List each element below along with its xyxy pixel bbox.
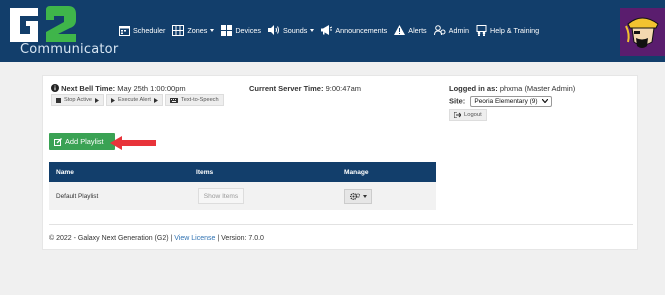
current-server-time: Current Server Time: 9:00:47am (249, 84, 361, 93)
manage-cell (344, 188, 436, 204)
nav-help-training[interactable]: Help & Training (476, 24, 540, 36)
nav-announcements[interactable]: Announcements (321, 25, 387, 35)
nav-alerts-label: Alerts (408, 25, 427, 35)
next-bell-time: Next Bell Time: May 25th 1:00:00pm (51, 84, 186, 93)
pirate-mascot-icon (620, 8, 665, 56)
speaker-icon (267, 25, 279, 35)
execute-alert-label: Execute Alert (118, 97, 151, 103)
logo-subtitle: Communicator (20, 42, 119, 57)
nav-devices[interactable]: Devices (221, 24, 261, 36)
footer-separator: | (170, 235, 173, 242)
site-select[interactable]: Peoria Elementary (9) (470, 96, 553, 107)
caret-right-icon (153, 97, 158, 103)
keyboard-icon (169, 97, 178, 103)
site-select-value: Peoria Elementary (9) (474, 98, 538, 105)
manage-gear-button[interactable] (344, 188, 372, 204)
stop-square-icon (56, 97, 61, 103)
nav-admin-label: Admin (448, 25, 470, 35)
stop-active-label: Stop Active (64, 97, 92, 103)
red-arrow-annotation (110, 136, 156, 150)
server-time-value: 9:00:47am (325, 84, 362, 93)
site-selector: Site: Peoria Elementary (9) (449, 96, 553, 107)
nav-alerts[interactable]: Alerts (394, 25, 427, 35)
g2-logo-mark (10, 6, 76, 42)
footer-version: Version: 7.0.0 (221, 235, 264, 242)
footer: © 2022 - Galaxy Next Generation (G2) | V… (49, 235, 264, 242)
main-panel: Next Bell Time: May 25th 1:00:00pm Stop … (42, 75, 638, 250)
nav-sounds-label: Sounds (282, 25, 308, 35)
nav-scheduler-label: Scheduler (133, 25, 166, 35)
gears-icon (349, 192, 360, 200)
logout-label: Logout (464, 112, 482, 118)
main-menu: Scheduler Zones Devices Sounds Announcem… (119, 17, 546, 43)
chevron-down-icon (310, 28, 315, 32)
header-manage: Manage (344, 168, 369, 176)
header-items: Items (196, 168, 214, 176)
show-items-button[interactable]: Show Items (198, 188, 244, 204)
info-circle-icon (51, 84, 59, 92)
mascot-logo (620, 8, 665, 56)
chevron-down-icon (362, 194, 367, 198)
add-playlist-label: Add Playlist (65, 137, 104, 146)
nav-scheduler[interactable]: Scheduler (119, 25, 165, 36)
sign-out-icon (454, 112, 461, 118)
devices-grid-icon (221, 24, 233, 36)
footer-separator: | (217, 235, 220, 242)
stop-active-button[interactable]: Stop Active (51, 94, 104, 106)
warning-icon (394, 25, 406, 35)
logged-in-as: Logged in as: phxma (Master Admin) (449, 84, 575, 93)
chevron-down-icon (210, 28, 215, 32)
nav-help-training-label: Help & Training (490, 25, 540, 35)
items-cell: Show Items (196, 188, 344, 204)
play-icon (111, 97, 115, 103)
nav-announcements-label: Announcements (335, 25, 388, 35)
server-time-label: Current Server Time: (249, 84, 324, 93)
table-header: Name Items Manage (49, 162, 436, 182)
edit-square-icon (54, 137, 62, 146)
footer-divider (49, 224, 633, 225)
text-to-speech-button[interactable]: Text-to-Speech (164, 94, 224, 106)
next-bell-label: Next Bell Time: (61, 84, 116, 93)
playlist-table: Name Items Manage Default Playlist Show … (49, 162, 436, 210)
nav-sounds[interactable]: Sounds (267, 25, 315, 35)
view-license-link[interactable]: View License (174, 235, 215, 242)
logged-in-value: phxma (Master Admin) (499, 84, 576, 93)
next-bell-value: May 25th 1:00:00pm (117, 84, 186, 93)
playlist-name: Default Playlist (56, 192, 99, 200)
execute-alert-button[interactable]: Execute Alert (106, 94, 163, 106)
chevron-down-icon (541, 98, 549, 104)
nav-zones[interactable]: Zones (172, 24, 215, 36)
nav-admin[interactable]: Admin (433, 24, 470, 36)
zones-grid-icon (172, 24, 185, 36)
nav-devices-label: Devices (235, 25, 261, 35)
logged-in-label: Logged in as: (449, 84, 498, 93)
g2-logo[interactable]: Communicator (6, 4, 126, 60)
footer-copyright: © 2022 - Galaxy Next Generation (G2) (49, 235, 169, 242)
help-training-icon (476, 24, 487, 36)
top-navbar: Communicator Scheduler Zones Devices Sou… (0, 0, 665, 62)
calendar-icon (119, 25, 130, 36)
site-label: Site: (449, 96, 466, 106)
megaphone-icon (321, 25, 333, 35)
table-row: Default Playlist Show Items (49, 182, 436, 210)
caret-right-icon (95, 97, 99, 103)
admin-users-icon (433, 24, 446, 35)
header-name: Name (56, 168, 74, 176)
logout-button[interactable]: Logout (449, 109, 487, 121)
text-to-speech-label: Text-to-Speech (180, 97, 219, 103)
nav-zones-label: Zones (187, 25, 208, 35)
quick-actions: Stop Active Execute Alert Text-to-Speech (51, 94, 226, 106)
add-playlist-button[interactable]: Add Playlist (49, 133, 115, 150)
